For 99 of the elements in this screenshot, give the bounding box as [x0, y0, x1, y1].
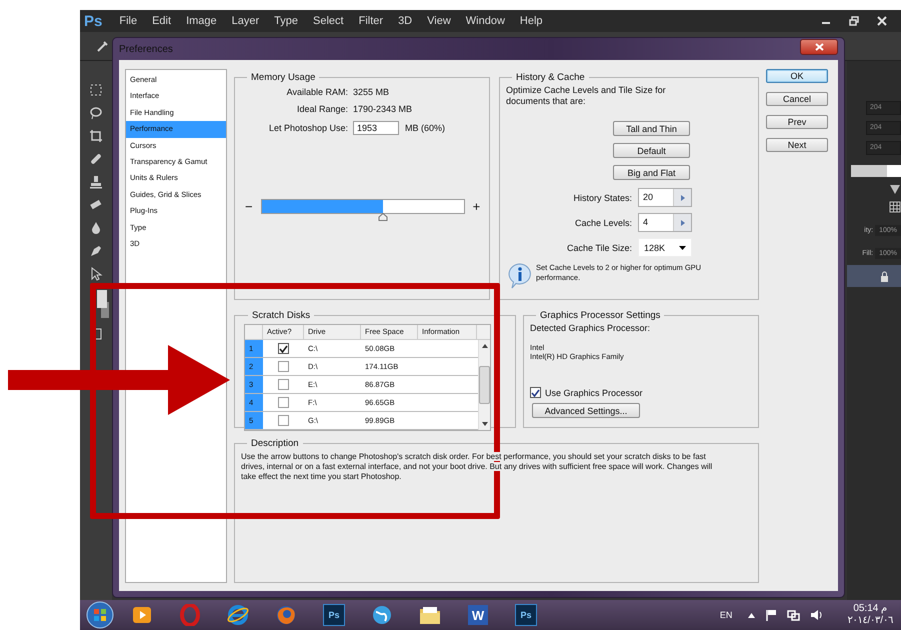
arrow-icon: [680, 220, 684, 226]
active-checkbox[interactable]: [278, 361, 289, 372]
field-label: Available RAM:: [286, 87, 348, 97]
menu-item[interactable]: Select: [313, 15, 344, 27]
menu-item[interactable]: Layer: [232, 15, 260, 27]
group-title: Graphics Processor Settings: [539, 310, 662, 321]
active-checkbox[interactable]: [278, 415, 289, 426]
globe-icon: [371, 604, 393, 626]
dropdown-field[interactable]: 128K: [638, 238, 692, 257]
drop-icon[interactable]: [89, 221, 103, 235]
menu-item[interactable]: Help: [520, 15, 543, 27]
clock-time[interactable]: 05:14 م: [853, 603, 888, 615]
lock-icon: [880, 270, 889, 282]
memory-slider[interactable]: [260, 199, 465, 214]
increase-button[interactable]: +: [472, 199, 480, 214]
group-title: Scratch Disks: [251, 310, 312, 321]
close-icon[interactable]: [877, 16, 887, 26]
restore-icon[interactable]: [849, 16, 859, 26]
start-button[interactable]: [86, 601, 114, 629]
menu-item[interactable]: Edit: [152, 15, 172, 27]
close-button[interactable]: [800, 39, 838, 55]
dialog-title: Preferences: [119, 44, 173, 54]
group-title: History & Cache: [515, 72, 586, 83]
stamp-icon[interactable]: [89, 175, 103, 189]
scrollbar[interactable]: [478, 340, 490, 430]
arrow-icon: [680, 194, 684, 200]
memory-input[interactable]: 1953: [353, 121, 399, 135]
lasso-icon[interactable]: [89, 106, 103, 120]
dialog-button[interactable]: Next: [766, 138, 828, 152]
word-icon: W: [468, 605, 488, 625]
app-logo: Ps: [84, 12, 102, 30]
advanced-settings-button[interactable]: Advanced Settings...: [532, 403, 640, 418]
info-icon: [508, 263, 532, 289]
field-label: History States:: [572, 192, 632, 202]
browser-e-icon: [227, 604, 249, 626]
active-checkbox[interactable]: [278, 379, 289, 390]
gradient-swatch-icon: [851, 165, 901, 177]
grid-icon[interactable]: [889, 201, 901, 213]
fox-globe-icon: [275, 604, 297, 626]
caret-icon: [679, 246, 686, 250]
gpu-checkbox[interactable]: [530, 387, 541, 398]
dialog-button[interactable]: Cancel: [766, 92, 828, 106]
taskbar-app[interactable]: Ps: [506, 601, 546, 629]
pointer-icon[interactable]: [89, 267, 103, 281]
language-indicator[interactable]: EN: [720, 610, 732, 620]
active-checkbox[interactable]: [278, 397, 289, 408]
up-arrow-icon[interactable]: [748, 612, 756, 618]
color-swatch-icon[interactable]: [97, 290, 109, 318]
menu-item[interactable]: View: [427, 15, 451, 27]
preset-button[interactable]: Default: [613, 143, 690, 158]
active-checkbox[interactable]: [278, 343, 289, 354]
ram-value: 3255 MB: [353, 87, 390, 97]
crop-icon[interactable]: [89, 129, 103, 143]
taskbar-app[interactable]: Ps: [314, 601, 354, 629]
eyedropper-icon[interactable]: [96, 39, 110, 53]
menu-item[interactable]: Filter: [358, 15, 384, 27]
field-label: Cache Tile Size:: [566, 242, 632, 252]
marquee-icon[interactable]: [89, 83, 103, 97]
scroll-up-icon[interactable]: [482, 344, 488, 348]
description-text: Use the arrow buttons to change Photoshop's scratch disk order. For best performance, you should set your scratch disks to be fast drives, internal or on a fast external interface, and not your boot drive. But any drives with sufficient free space will work. Changes will take effect the next time you start Photoshop.: [241, 452, 714, 482]
group-title: Memory Usage: [250, 72, 316, 83]
decrease-button[interactable]: −: [245, 199, 253, 214]
eraser-icon[interactable]: [89, 198, 103, 212]
speaker-icon[interactable]: [810, 609, 824, 621]
ring-icon: [180, 604, 200, 626]
preset-button[interactable]: Big and Flat: [613, 165, 690, 180]
field-label: Ideal Range:: [296, 104, 348, 114]
intro-text: Optimize Cache Levels and Tile Size for documents that are:: [506, 85, 667, 107]
menu-item[interactable]: Image: [186, 15, 217, 27]
taskbar-app[interactable]: W: [458, 601, 498, 629]
menu-item[interactable]: Type: [274, 15, 298, 27]
stepper-field[interactable]: 4: [638, 213, 692, 232]
folder-icon: [419, 605, 441, 625]
layer-row[interactable]: [847, 265, 901, 287]
checkbox-label: Use Graphics Processor: [545, 388, 643, 398]
triangle-icon[interactable]: [889, 183, 901, 195]
network-icon[interactable]: [787, 609, 800, 621]
field-label: Cache Levels:: [574, 218, 632, 228]
preset-button[interactable]: Tall and Thin: [613, 121, 690, 136]
flag-icon[interactable]: [765, 609, 778, 621]
dialog-button[interactable]: Prev: [766, 115, 828, 129]
photoshop-icon: Ps: [323, 604, 345, 626]
scroll-down-icon[interactable]: [482, 422, 488, 426]
pen-icon[interactable]: [89, 244, 103, 258]
play-icon: [132, 605, 152, 625]
group-title: Description: [250, 438, 300, 449]
field-label: Let Photoshop Use:: [268, 123, 348, 133]
detected-label: Detected Graphics Processor:: [530, 323, 652, 333]
menu-item[interactable]: Window: [466, 15, 505, 27]
scroll-thumb[interactable]: [479, 366, 490, 404]
dialog-button[interactable]: OK: [766, 69, 828, 83]
range-value: 1790-2343 MB: [353, 104, 414, 114]
menu-item[interactable]: 3D: [398, 15, 412, 27]
close-icon: [814, 43, 824, 51]
photoshop-icon: Ps: [515, 604, 537, 626]
stepper-field[interactable]: 20: [638, 188, 692, 207]
clock-date[interactable]: ٢٠١٤/٠٣/٠٦: [847, 615, 893, 627]
menu-item[interactable]: File: [119, 15, 138, 27]
unit-label: MB (60%): [405, 123, 446, 133]
